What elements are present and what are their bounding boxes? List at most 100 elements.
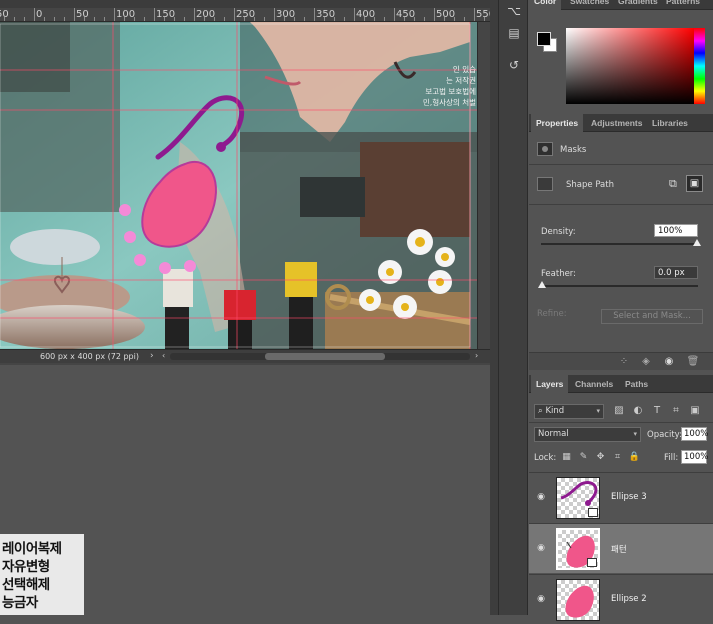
tab-adjustments[interactable]: Adjustments [586, 114, 647, 132]
visibility-eye-icon[interactable]: ◉ [535, 594, 547, 604]
mask-icon [537, 142, 553, 156]
horizontal-ruler[interactable]: 50050100150200250300350400450500550 [0, 8, 490, 22]
blend-mode-value: Normal [538, 429, 569, 439]
scroll-left-icon[interactable]: ‹ [162, 351, 165, 360]
lock-all-icon[interactable]: 🔒 [628, 451, 641, 464]
layer-row-ellipse-3[interactable]: ◉ Ellipse 3 [529, 472, 713, 522]
ruler-minor-tick [374, 17, 375, 21]
scrollbar-thumb[interactable] [265, 353, 385, 360]
apply-mask-icon[interactable]: ◈ [639, 355, 653, 369]
tab-layers[interactable]: Layers [531, 375, 569, 393]
foreground-color-swatch[interactable] [537, 32, 551, 46]
color-panel-tabs: Color Swatches Gradients Patterns [529, 0, 713, 10]
tab-libraries[interactable]: Libraries [647, 114, 693, 132]
density-input[interactable]: 100% [654, 224, 698, 237]
divider [529, 204, 713, 205]
document-title-bar[interactable] [0, 0, 490, 8]
tab-gradients[interactable]: Gradients [613, 0, 663, 10]
ruler-minor-tick [404, 17, 405, 21]
eye-icon[interactable]: ◉ [662, 355, 676, 369]
ruler-minor-tick [134, 17, 135, 21]
comment-icon[interactable]: ▤ [505, 24, 523, 42]
tab-patterns[interactable]: Patterns [661, 0, 705, 10]
blend-mode-select[interactable]: Normal ▾ [534, 427, 641, 442]
visibility-eye-icon[interactable]: ◉ [535, 543, 547, 553]
note-line: 선택해제 [2, 577, 50, 593]
lock-label: Lock: [534, 453, 557, 463]
lock-artboard-icon[interactable]: ⌗ [611, 451, 624, 464]
ruler-label: 400 [356, 9, 376, 20]
layer-name[interactable]: Ellipse 3 [611, 492, 647, 502]
ruler-minor-tick [484, 17, 485, 21]
visibility-eye-icon[interactable]: ◉ [535, 492, 547, 502]
ruler-tick [474, 8, 475, 21]
canvas[interactable]: 인 있습 는 저작권 보고법 보호법에 민,형사상의 처벌 [0, 22, 477, 349]
lock-transparent-icon[interactable]: ▦ [560, 451, 573, 464]
ruler-tick [274, 8, 275, 21]
layer-name[interactable]: 패턴 [611, 543, 627, 555]
select-and-mask-button[interactable]: Select and Mask... [601, 309, 703, 324]
kind-filter-select[interactable]: ⌕ Kind ▾ [534, 404, 604, 419]
document-size-info[interactable]: 600 px x 400 px (72 ppi) [40, 352, 139, 361]
pixel-filter-icon[interactable]: ▨ [612, 404, 626, 418]
masks-label: Masks [560, 145, 587, 155]
divider [529, 164, 713, 165]
vector-badge-icon [588, 508, 598, 517]
scroll-right-icon[interactable]: › [475, 351, 478, 360]
vertical-scrollbar[interactable] [490, 0, 498, 615]
feather-slider-handle[interactable] [538, 281, 546, 288]
tab-color[interactable]: Color [529, 0, 562, 10]
layer-row-pattern[interactable]: ◉ 패턴 [529, 523, 713, 573]
ruler-minor-tick [124, 17, 125, 21]
tab-properties[interactable]: Properties [531, 114, 584, 132]
history-brush-icon[interactable]: ⌥ [505, 2, 523, 20]
note-line: 레이어복제 [2, 541, 62, 557]
refine-label: Refine: [537, 309, 567, 319]
ruler-minor-tick [184, 17, 185, 21]
ruler-minor-tick [204, 17, 205, 21]
shortcut-note: 레이어복제 자유변형 선택해제 능금자 [0, 534, 84, 615]
ruler-label: 100 [116, 9, 136, 20]
shape-filter-icon[interactable]: ⌗ [669, 404, 683, 418]
hue-slider[interactable] [694, 28, 705, 104]
ruler-tick [154, 8, 155, 21]
adjustment-filter-icon[interactable]: ◐ [631, 404, 645, 418]
type-filter-icon[interactable]: T [650, 404, 664, 418]
density-slider-handle[interactable] [693, 239, 701, 246]
layer-name[interactable]: Ellipse 2 [611, 594, 647, 604]
add-pixel-mask-icon[interactable]: ⧉ [669, 177, 682, 190]
load-selection-icon[interactable]: ⁘ [617, 355, 631, 369]
history-icon[interactable]: ↺ [505, 56, 523, 74]
density-slider[interactable] [541, 243, 698, 245]
tab-swatches[interactable]: Swatches [565, 0, 614, 10]
status-expand-icon[interactable]: › [150, 351, 154, 361]
tab-channels[interactable]: Channels [570, 375, 618, 393]
ruler-minor-tick [164, 17, 165, 21]
layer-thumbnail[interactable] [556, 477, 600, 519]
vertical-ruler[interactable] [477, 22, 490, 349]
feather-slider[interactable] [541, 285, 698, 287]
ruler-minor-tick [294, 17, 295, 21]
opacity-label: Opacity: [647, 430, 682, 440]
layer-thumbnail[interactable] [556, 528, 600, 570]
trash-icon[interactable]: 🗑 [686, 355, 700, 369]
canvas-text-line: 민,형사상의 처벌 [422, 98, 476, 107]
opacity-input[interactable]: 100% [681, 427, 708, 441]
lock-position-icon[interactable]: ✥ [594, 451, 607, 464]
ruler-label: 150 [156, 9, 176, 20]
note-line: 자유변형 [2, 559, 50, 575]
lock-image-icon[interactable]: ✎ [577, 451, 590, 464]
ruler-minor-tick [254, 17, 255, 21]
fill-input[interactable]: 100% [681, 450, 708, 464]
ruler-minor-tick [304, 17, 305, 21]
horizontal-scrollbar[interactable] [170, 353, 470, 360]
ruler-label: 50 [76, 9, 89, 20]
color-picker-field[interactable] [566, 28, 694, 104]
tab-paths[interactable]: Paths [620, 375, 653, 393]
ruler-minor-tick [364, 17, 365, 21]
layer-row-ellipse-2[interactable]: ◉ Ellipse 2 [529, 574, 713, 624]
smart-object-filter-icon[interactable]: ▣ [688, 404, 702, 418]
ruler-label: 0 [36, 9, 43, 20]
add-vector-mask-icon[interactable]: ▣ [686, 175, 703, 192]
feather-input[interactable]: 0.0 px [654, 266, 698, 279]
